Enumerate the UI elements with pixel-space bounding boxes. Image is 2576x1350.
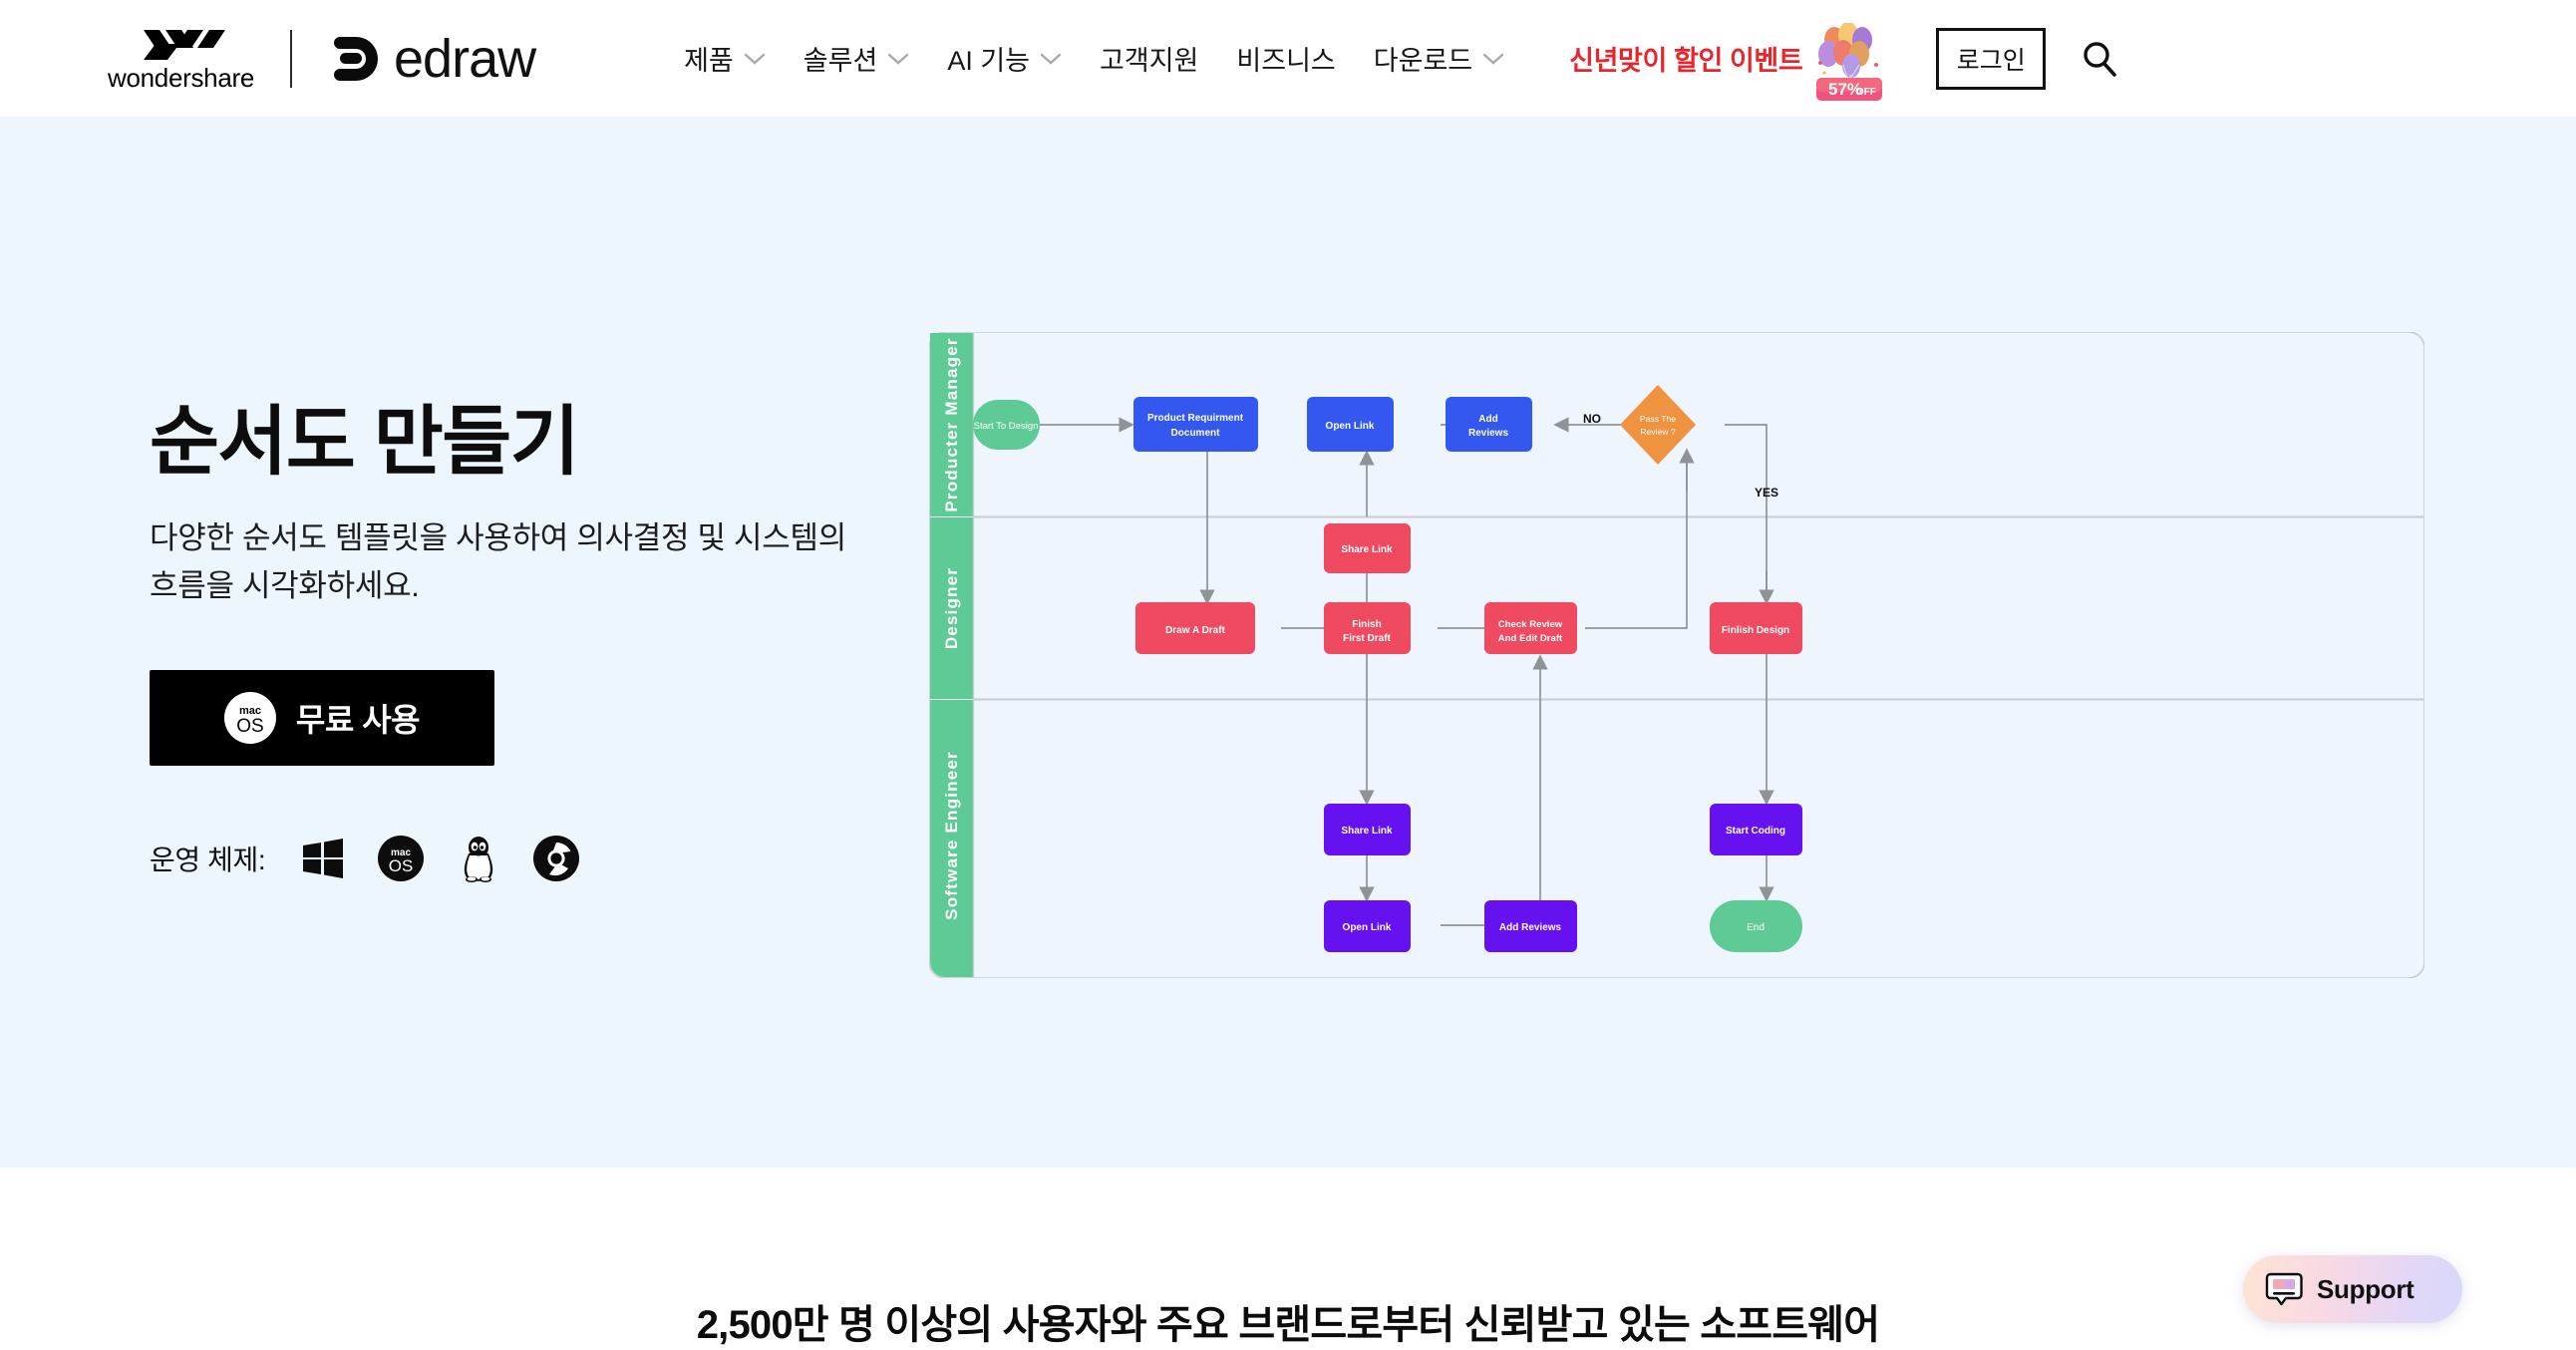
flow-node-label-line2: Document bbox=[1171, 428, 1221, 439]
flow-node-label: Pass The bbox=[1640, 414, 1676, 424]
promo-badge-off: OFF bbox=[1856, 87, 1876, 98]
lane-header-designer: Designer bbox=[930, 517, 973, 699]
flow-node-share-link-designer[interactable]: Share Link bbox=[1324, 523, 1411, 573]
nav-label: 고객지원 bbox=[1100, 46, 1199, 76]
edge-label-no: NO bbox=[1583, 412, 1601, 426]
nav-item-support[interactable]: 고객지원 bbox=[1081, 39, 1217, 78]
balloons-discount-icon: 57% OFF bbox=[1816, 22, 1883, 101]
promo-banner-link[interactable]: 신년맞이 할인 이벤트 57% OFF bbox=[1569, 19, 1888, 101]
flow-node-end[interactable]: End bbox=[1710, 900, 1802, 952]
macos-icon: mac OS bbox=[223, 691, 276, 744]
nav-item-business[interactable]: 비즈니스 bbox=[1217, 39, 1354, 78]
nav-label: 솔루션 bbox=[803, 46, 878, 76]
flow-node-start-coding[interactable]: Start Coding bbox=[1710, 804, 1802, 855]
nav-label: AI 기능 bbox=[947, 46, 1031, 76]
svg-text:OS: OS bbox=[389, 856, 414, 875]
flow-node-open-link-pm[interactable]: Open Link bbox=[1307, 397, 1394, 452]
login-button[interactable]: 로그인 bbox=[1936, 27, 2047, 90]
flow-node-finlish-design[interactable]: Finlish Design bbox=[1710, 602, 1802, 654]
lane-label: Producter Manager bbox=[942, 337, 961, 511]
support-widget-label: Support bbox=[2317, 1273, 2415, 1304]
chevron-down-icon bbox=[888, 53, 909, 65]
chrome-os-icon[interactable] bbox=[532, 835, 580, 882]
flow-node-open-link-engineer[interactable]: Open Link bbox=[1324, 900, 1411, 952]
flow-node-label-line2: Reviews bbox=[1468, 428, 1508, 439]
flow-node-label: Add Reviews bbox=[1499, 922, 1562, 933]
flow-node-share-link-engineer[interactable]: Share Link bbox=[1324, 804, 1411, 855]
flow-node-start[interactable]: Start To Design bbox=[973, 400, 1040, 450]
main-nav: 제품 솔루션 AI 기능 고객지원 비즈니스 다운로드 bbox=[665, 39, 1523, 78]
flow-node-label-line2: And Edit Draft bbox=[1498, 633, 1563, 644]
edge-label-yes: YES bbox=[1755, 486, 1778, 500]
chevron-down-icon bbox=[1040, 53, 1062, 65]
lane-header-software-engineer: Software Engineer bbox=[930, 700, 973, 977]
free-trial-button[interactable]: mac OS 무료 사용 bbox=[150, 669, 494, 766]
support-widget-button[interactable]: Support bbox=[2243, 1255, 2462, 1323]
nav-label: 제품 bbox=[684, 46, 734, 76]
flowchart-svg: Producter Manager Designer Software Engi… bbox=[929, 332, 2424, 978]
nav-item-products[interactable]: 제품 bbox=[665, 39, 785, 78]
flow-node-label: Share Link bbox=[1341, 826, 1393, 837]
flow-node-label-line2: First Draft bbox=[1343, 633, 1391, 644]
lane-label: Designer bbox=[942, 567, 961, 649]
flow-node-label: Add bbox=[1478, 414, 1497, 425]
trust-section-title: 2,500만 명 이상의 사용자와 주요 브랜드로부터 신뢰받고 있는 소프트웨… bbox=[696, 1303, 1880, 1347]
promo-label: 신년맞이 할인 이벤트 bbox=[1569, 46, 1803, 76]
macos-icon[interactable]: mac OS bbox=[377, 835, 425, 882]
nav-item-download[interactable]: 다운로드 bbox=[1355, 39, 1523, 78]
flow-node-add-reviews-pm[interactable]: Add Reviews bbox=[1446, 397, 1532, 452]
nav-item-solutions[interactable]: 솔루션 bbox=[785, 39, 929, 78]
page-title: 순서도 만들기 bbox=[150, 400, 580, 485]
linux-tux-icon[interactable] bbox=[457, 834, 500, 883]
nav-label: 다운로드 bbox=[1373, 46, 1473, 76]
wondershare-wordmark: wondershare bbox=[108, 63, 255, 93]
flowchart-diagram: Producter Manager Designer Software Engi… bbox=[929, 332, 2424, 978]
chevron-down-icon bbox=[744, 53, 765, 65]
svg-text:OS: OS bbox=[236, 716, 263, 737]
flow-node-label: End bbox=[1747, 922, 1765, 933]
flow-node-label: Start To Design bbox=[974, 421, 1039, 432]
wondershare-w-logo-icon bbox=[143, 30, 225, 60]
edraw-logo[interactable]: edraw bbox=[330, 28, 536, 89]
brand-divider bbox=[290, 29, 293, 88]
wondershare-logo[interactable]: wondershare bbox=[108, 26, 254, 91]
support-chat-icon bbox=[2265, 1272, 2303, 1306]
hero-section: 순서도 만들기 다양한 순서도 템플릿을 사용하여 의사결정 및 시스템의 흐름… bbox=[0, 117, 2576, 1168]
flow-node-check-review-edit-draft[interactable]: Check Review And Edit Draft bbox=[1484, 602, 1577, 654]
flow-node-label: Check Review bbox=[1498, 619, 1563, 630]
os-support-label: 운영 체제: bbox=[150, 844, 266, 875]
hero-copy-block: 순서도 만들기 다양한 순서도 템플릿을 사용하여 의사결정 및 시스템의 흐름… bbox=[150, 401, 907, 883]
page-root: wondershare edraw 제품 솔루션 AI 기능 고객지원 비즈니스… bbox=[0, 0, 2576, 1350]
hero-subtitle: 다양한 순서도 템플릿을 사용하여 의사결정 및 시스템의 흐름을 시각화하세요… bbox=[150, 519, 846, 603]
login-label: 로그인 bbox=[1956, 46, 2026, 75]
site-header: wondershare edraw 제품 솔루션 AI 기능 고객지원 비즈니스… bbox=[0, 0, 2576, 117]
flow-node-label: Product Requirment bbox=[1147, 413, 1244, 424]
flow-node-label: Finlish Design bbox=[1722, 625, 1789, 636]
flow-node-label-line2: Review ? bbox=[1640, 427, 1676, 437]
flow-node-draw-a-draft[interactable]: Draw A Draft bbox=[1135, 602, 1255, 654]
edraw-wordmark: edraw bbox=[394, 28, 536, 89]
search-icon[interactable] bbox=[2080, 39, 2119, 79]
edraw-logo-mark-icon bbox=[334, 36, 379, 81]
nav-item-ai-features[interactable]: AI 기능 bbox=[928, 39, 1081, 78]
flow-node-label: Open Link bbox=[1343, 922, 1392, 933]
nav-label: 비즈니스 bbox=[1236, 46, 1336, 76]
lane-header-producter-manager: Producter Manager bbox=[930, 333, 973, 516]
flow-node-label: Start Coding bbox=[1726, 826, 1785, 837]
flow-node-finish-first-draft[interactable]: Finish First Draft bbox=[1324, 602, 1411, 654]
flow-node-label: Draw A Draft bbox=[1165, 625, 1225, 636]
chevron-down-icon bbox=[1482, 53, 1504, 65]
flow-node-label: Open Link bbox=[1326, 421, 1375, 432]
flow-node-add-reviews-engineer[interactable]: Add Reviews bbox=[1484, 900, 1577, 952]
flow-node-prd[interactable]: Product Requirment Document bbox=[1133, 397, 1258, 452]
windows-icon[interactable] bbox=[301, 837, 345, 880]
brand-lockup[interactable]: wondershare edraw bbox=[108, 26, 536, 91]
flow-node-label: Finish bbox=[1352, 619, 1381, 630]
trust-section: 2,500만 명 이상의 사용자와 주요 브랜드로부터 신뢰받고 있는 소프트웨… bbox=[0, 1168, 2576, 1350]
free-trial-label: 무료 사용 bbox=[295, 701, 421, 738]
flow-node-label: Share Link bbox=[1341, 544, 1393, 555]
os-support-row: 운영 체제: mac OS bbox=[150, 834, 907, 883]
lane-label: Software Engineer bbox=[942, 751, 961, 920]
